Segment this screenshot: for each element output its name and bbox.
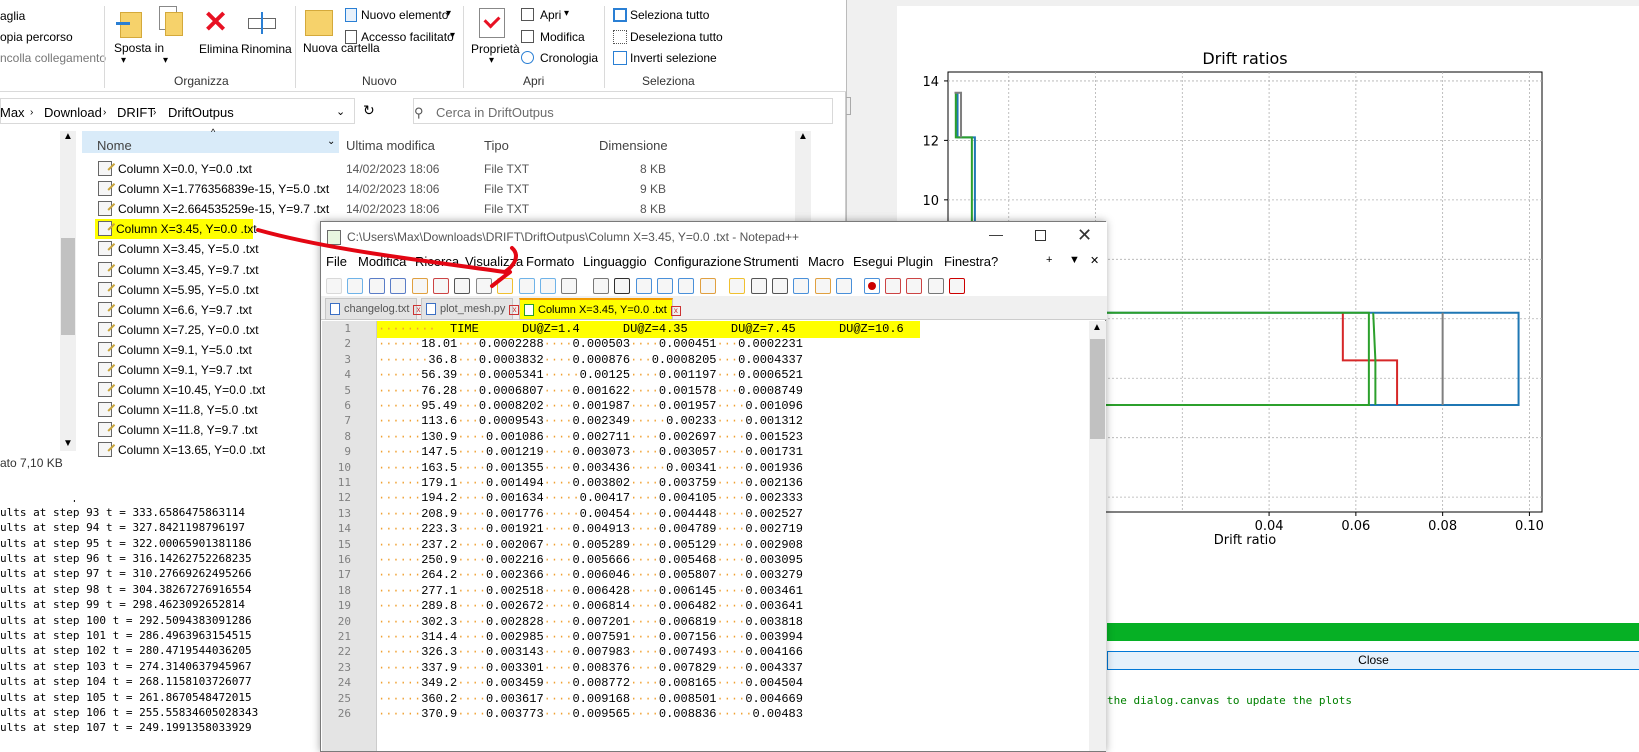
annotation-arrow bbox=[256, 228, 518, 288]
txt-file-icon bbox=[98, 221, 112, 236]
